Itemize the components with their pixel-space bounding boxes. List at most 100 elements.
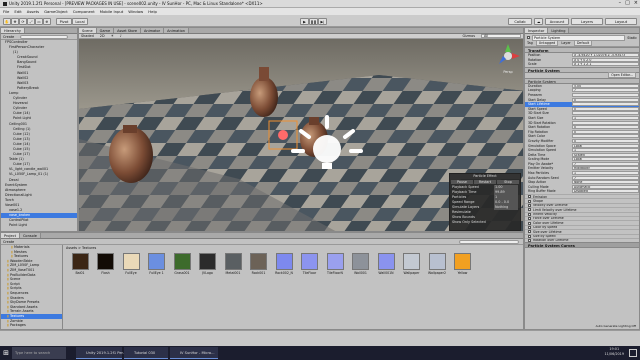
asset-tile[interactable]: JVLogo: [197, 253, 219, 283]
menu-help[interactable]: Help: [148, 9, 157, 14]
project-create-button[interactable]: Create: [3, 240, 14, 244]
minimize-icon[interactable]: –: [619, 0, 622, 6]
active-checkbox[interactable]: [527, 36, 530, 39]
2d-toggle[interactable]: 2D: [100, 34, 105, 38]
module-checkbox[interactable]: [528, 208, 531, 212]
particle-property-row[interactable]: Ring Buffer Mode Disabled: [525, 189, 639, 194]
module-checkbox[interactable]: [528, 239, 531, 243]
menu-assets[interactable]: Assets: [27, 9, 39, 14]
account-dropdown[interactable]: Account: [545, 18, 569, 25]
tag-dropdown[interactable]: Untagged: [535, 39, 559, 46]
tab-project[interactable]: Project: [1, 233, 20, 238]
static-toggle[interactable]: Static: [627, 36, 637, 40]
property-value[interactable]: ✓: [572, 175, 639, 180]
menu-window[interactable]: Window: [128, 9, 143, 14]
menu-edit[interactable]: Edit: [14, 9, 21, 14]
scale-value[interactable]: X 1 Y 1 Z 1: [572, 62, 639, 67]
scale-row[interactable]: Scale X 1 Y 1 Z 1: [525, 62, 639, 67]
space-toggle[interactable]: Local: [72, 18, 88, 25]
play-button[interactable]: ▶: [300, 18, 309, 25]
layout-dropdown[interactable]: Layout: [605, 18, 637, 25]
module-checkbox[interactable]: [528, 199, 531, 203]
maximize-icon[interactable]: □: [625, 0, 630, 6]
tab-console[interactable]: Console: [19, 233, 41, 238]
property-value[interactable]: 1: [572, 171, 639, 176]
cloud-icon[interactable]: ☁: [534, 18, 543, 25]
property-value[interactable]: 0: [572, 129, 639, 134]
asset-tile[interactable]: Rock002_N: [273, 253, 295, 283]
property-value[interactable]: Local: [572, 143, 639, 148]
property-value[interactable]: 0: [572, 97, 639, 102]
property-value[interactable]: 1: [572, 148, 639, 153]
property-value[interactable]: Local: [572, 157, 639, 162]
layers-dropdown[interactable]: Layers: [571, 18, 603, 25]
particle-effect-checkbox[interactable]: Show Only Selected: [450, 220, 520, 225]
property-value[interactable]: Automatic: [572, 184, 639, 189]
menu-component[interactable]: Component: [73, 9, 95, 14]
rect-tool-button[interactable]: ▭: [35, 18, 43, 25]
menu-mobile-input[interactable]: Mobile Input: [100, 9, 124, 14]
tab-game[interactable]: Game: [96, 28, 115, 33]
tab-animation[interactable]: Animation: [164, 28, 189, 33]
menu-file[interactable]: File: [3, 9, 9, 14]
windows-start-icon[interactable]: ⊞: [0, 346, 12, 360]
hierarchy-create-button[interactable]: Create: [3, 35, 14, 39]
property-value[interactable]: 100: [572, 102, 639, 107]
project-search-input[interactable]: [459, 239, 519, 244]
menu-gameobject[interactable]: GameObject: [44, 9, 68, 14]
asset-tile[interactable]: TileFloorN: [324, 253, 346, 283]
taskbar-search-input[interactable]: Type here to search: [12, 347, 66, 359]
property-value[interactable]: Disabled: [572, 189, 639, 194]
breadcrumb[interactable]: Assets > Textures: [63, 245, 523, 251]
tab-scene[interactable]: Scene: [79, 28, 97, 33]
property-value[interactable]: Scaled: [572, 152, 639, 157]
move-tool-button[interactable]: ✥: [11, 18, 19, 25]
close-icon[interactable]: ×: [634, 0, 638, 6]
module-checkbox[interactable]: [528, 230, 531, 234]
property-value[interactable]: Rigidbody: [572, 166, 639, 171]
scene-gizmo[interactable]: Persp: [495, 43, 521, 74]
clock[interactable]: 19:01 11/06/2019: [604, 347, 624, 357]
module-checkbox[interactable]: [528, 195, 531, 199]
step-button[interactable]: ▶|: [318, 18, 327, 25]
open-editor-button[interactable]: Open Editor...: [608, 71, 636, 78]
property-value[interactable]: [572, 111, 639, 116]
asset-tile[interactable]: Wall001: [350, 253, 372, 283]
stop-effect-button[interactable]: Stop: [497, 180, 519, 184]
tab-asset-store[interactable]: Asset Store: [114, 28, 142, 33]
folder-item[interactable]: ▮ Packages: [1, 323, 62, 328]
asset-tile[interactable]: FullEye 1: [146, 253, 168, 283]
property-value[interactable]: [572, 92, 639, 97]
asset-tile[interactable]: Flash: [95, 253, 117, 283]
task-tutorial[interactable]: Tutorial 030: [124, 347, 168, 359]
notifications-icon[interactable]: [629, 349, 637, 357]
hierarchy-item[interactable]: Point Light: [1, 223, 77, 228]
property-value[interactable]: 1: [572, 115, 639, 120]
tab-lighting[interactable]: Lighting: [548, 28, 570, 33]
property-value[interactable]: ✓: [572, 161, 639, 166]
transform-tool-button[interactable]: ⊕: [43, 18, 51, 25]
task-ivsunhor[interactable]: IV SunHor - Micro...: [170, 347, 218, 359]
asset-tile[interactable]: Grass001: [171, 253, 193, 283]
tab-animator[interactable]: Animator: [141, 28, 165, 33]
particle-effect-row-value[interactable]: Nothing: [494, 205, 518, 210]
hand-tool-button[interactable]: ✋: [3, 18, 11, 25]
lighting-icon[interactable]: ☀: [111, 34, 114, 38]
property-value[interactable]: ✓: [572, 88, 639, 93]
property-value[interactable]: 5.00: [572, 83, 639, 88]
pause-effect-button[interactable]: Pause: [451, 180, 473, 184]
hierarchy-search-input[interactable]: [20, 34, 69, 39]
property-value[interactable]: None: [572, 180, 639, 185]
asset-tile[interactable]: Rock001: [248, 253, 270, 283]
pivot-toggle[interactable]: Pivot: [56, 18, 72, 25]
perspective-label[interactable]: Persp: [495, 70, 521, 74]
property-value[interactable]: 0: [572, 138, 639, 143]
tab-hierarchy[interactable]: Hierarchy: [1, 28, 25, 33]
rotation-value[interactable]: X 0 Y 0 Z 0: [572, 57, 639, 62]
shading-dropdown[interactable]: Shaded: [81, 34, 94, 38]
tab-inspector[interactable]: Inspector: [525, 28, 549, 33]
layer-dropdown[interactable]: Default: [573, 39, 593, 46]
collab-dropdown[interactable]: Collab: [508, 18, 532, 25]
asset-tile[interactable]: Wallpaper2: [426, 253, 448, 283]
asset-tile[interactable]: Bal01: [69, 253, 91, 283]
